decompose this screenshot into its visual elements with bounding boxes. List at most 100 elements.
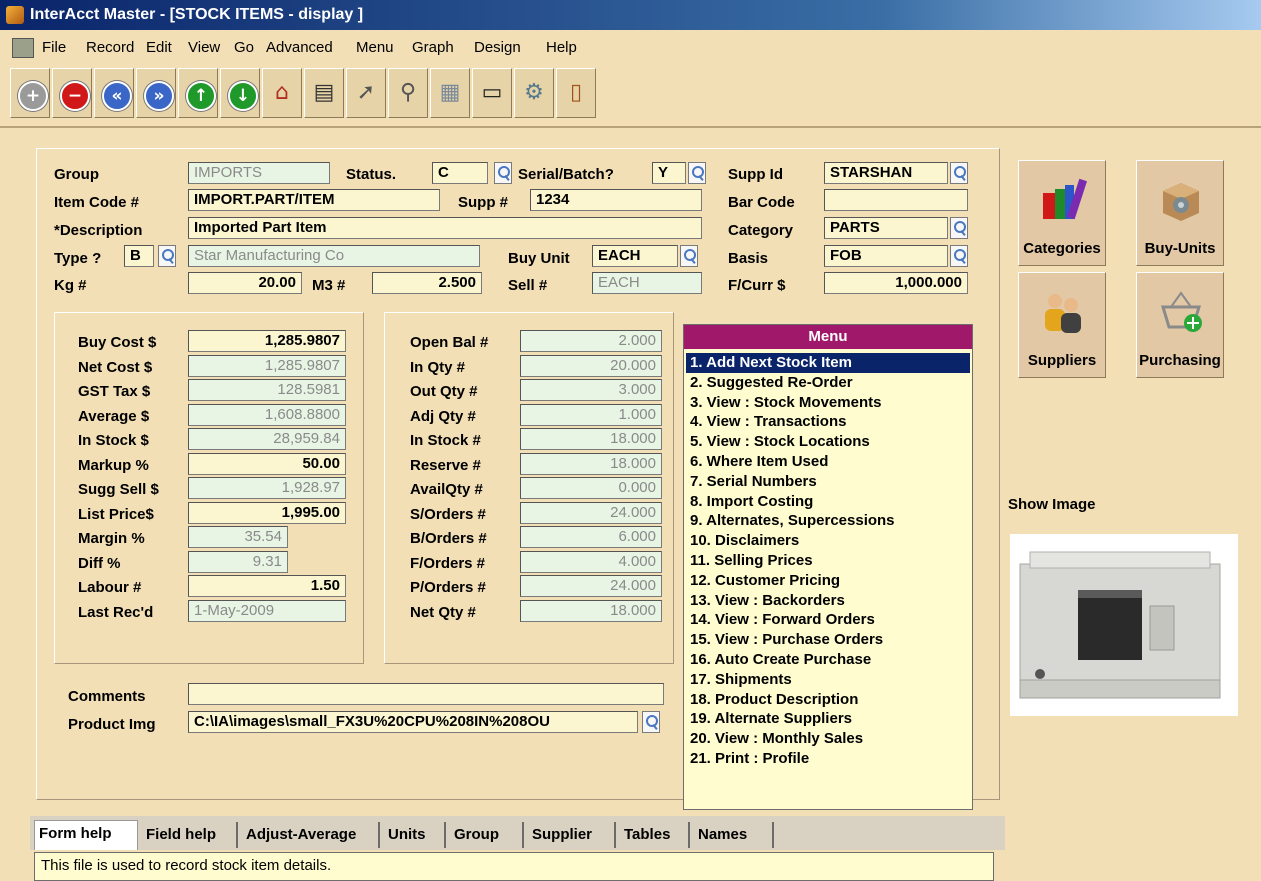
show-image-label: Show Image bbox=[1008, 496, 1096, 513]
quantity-field: 0.000 bbox=[520, 477, 662, 499]
menu-item[interactable]: 20. View : Monthly Sales bbox=[686, 729, 970, 749]
menu-item[interactable]: 8. Import Costing bbox=[686, 492, 970, 512]
menu-item[interactable]: 9. Alternates, Supercessions bbox=[686, 511, 970, 531]
cost-label: List Price$ bbox=[78, 505, 154, 523]
toolbar-exit-button[interactable]: ▯ bbox=[556, 68, 596, 118]
basis-lookup-icon[interactable] bbox=[950, 245, 968, 267]
menu-item[interactable]: 18. Product Description bbox=[686, 690, 970, 710]
tab-units[interactable]: Units bbox=[384, 822, 446, 848]
menu-item[interactable]: 6. Where Item Used bbox=[686, 452, 970, 472]
toolbar-calendar-button[interactable]: ▦ bbox=[430, 68, 470, 118]
group-field[interactable]: IMPORTS bbox=[188, 162, 330, 184]
menu-menu[interactable]: Menu bbox=[356, 39, 394, 56]
toolbar-last-button[interactable]: » bbox=[136, 68, 176, 118]
document-icon[interactable] bbox=[12, 38, 34, 58]
menu-item[interactable]: 4. View : Transactions bbox=[686, 412, 970, 432]
product-img-lookup-icon[interactable] bbox=[642, 711, 660, 733]
tab-names[interactable]: Names bbox=[694, 822, 774, 848]
menu-graph[interactable]: Graph bbox=[412, 39, 454, 56]
suppid-label: Supp Id bbox=[728, 166, 783, 183]
toolbar-up-button[interactable]: ↑ bbox=[178, 68, 218, 118]
description-field[interactable]: Imported Part Item bbox=[188, 217, 702, 239]
menu-advanced[interactable]: Advanced bbox=[266, 39, 333, 56]
menu-item[interactable]: 19. Alternate Suppliers bbox=[686, 709, 970, 729]
menu-item[interactable]: 10. Disclaimers bbox=[686, 531, 970, 551]
suppnum-field[interactable]: 1234 bbox=[530, 189, 702, 211]
tab-adjust-average[interactable]: Adjust-Average bbox=[242, 822, 380, 848]
fcurr-field[interactable]: 1,000.000 bbox=[824, 272, 968, 294]
categories-button[interactable]: Categories bbox=[1018, 160, 1106, 266]
tab-tables[interactable]: Tables bbox=[620, 822, 690, 848]
comments-field[interactable] bbox=[188, 683, 664, 705]
buyunit-lookup-icon[interactable] bbox=[680, 245, 698, 267]
kg-field[interactable]: 20.00 bbox=[188, 272, 302, 294]
menu-item[interactable]: 11. Selling Prices bbox=[686, 551, 970, 571]
type-lookup-icon[interactable] bbox=[158, 245, 176, 267]
menu-item[interactable]: 16. Auto Create Purchase bbox=[686, 650, 970, 670]
barcode-field[interactable] bbox=[824, 189, 968, 211]
menu-file[interactable]: File bbox=[42, 39, 66, 56]
cost-field[interactable]: 1,285.9807 bbox=[188, 330, 346, 352]
cost-field[interactable]: 1,995.00 bbox=[188, 501, 346, 524]
suppliers-button[interactable]: Suppliers bbox=[1018, 272, 1106, 378]
menu-item[interactable]: 7. Serial Numbers bbox=[686, 472, 970, 492]
status-field[interactable]: C bbox=[432, 162, 488, 184]
toolbar-print-button[interactable]: ▤ bbox=[304, 68, 344, 118]
menu-item[interactable]: 2. Suggested Re-Order bbox=[686, 373, 970, 393]
serial-lookup-icon[interactable] bbox=[688, 162, 706, 184]
tab-bar: Form help Field help Adjust-Average Units Gr… bbox=[30, 816, 1005, 850]
toolbar-document-button[interactable]: ➚ bbox=[346, 68, 386, 118]
menu-item[interactable]: 3. View : Stock Movements bbox=[686, 393, 970, 413]
quantity-label: Out Qty # bbox=[410, 383, 478, 400]
cost-field[interactable]: 1.50 bbox=[188, 575, 346, 597]
buyunit-field[interactable]: EACH bbox=[592, 245, 678, 267]
menu-go[interactable]: Go bbox=[234, 39, 254, 56]
toolbar-home-button[interactable]: ⌂ bbox=[262, 68, 302, 118]
menu-help[interactable]: Help bbox=[546, 39, 577, 56]
m3-field[interactable]: 2.500 bbox=[372, 272, 482, 294]
cost-field[interactable]: 50.00 bbox=[188, 452, 346, 475]
type-field[interactable]: B bbox=[124, 245, 154, 267]
menu-record[interactable]: Record bbox=[86, 39, 134, 56]
tab-field-help[interactable]: Field help bbox=[142, 822, 238, 848]
suppid-field[interactable]: STARSHAN bbox=[824, 162, 948, 184]
menu-item[interactable]: 1. Add Next Stock Item bbox=[686, 353, 970, 373]
menu-item[interactable]: 17. Shipments bbox=[686, 670, 970, 690]
toolbar-first-button[interactable]: « bbox=[94, 68, 134, 118]
menu-design[interactable]: Design bbox=[474, 39, 521, 56]
arrow-up-icon: ↑ bbox=[186, 81, 216, 111]
buy-units-button[interactable]: Buy-Units bbox=[1136, 160, 1224, 266]
basis-field[interactable]: FOB bbox=[824, 245, 948, 267]
menu-item[interactable]: 5. View : Stock Locations bbox=[686, 432, 970, 452]
menu-view[interactable]: View bbox=[188, 39, 220, 56]
category-field[interactable]: PARTS bbox=[824, 217, 948, 239]
menu-item[interactable]: 12. Customer Pricing bbox=[686, 571, 970, 591]
tab-form-help[interactable]: Form help bbox=[34, 820, 138, 850]
toolbar-monitor-button[interactable]: ▭ bbox=[472, 68, 512, 118]
toolbar-delete-button[interactable]: − bbox=[52, 68, 92, 118]
quantity-field: 24.000 bbox=[520, 501, 662, 524]
toolbar: + − « » ↑ ↓ ⌂ ▤ ➚ ⚲ ▦ ▭ ⚙ ▯ bbox=[0, 64, 1261, 128]
menu-item[interactable]: 21. Print : Profile bbox=[686, 749, 970, 769]
magnifier-icon: ⚲ bbox=[399, 80, 417, 105]
status-lookup-icon[interactable] bbox=[494, 162, 512, 184]
basis-label: Basis bbox=[728, 250, 769, 267]
purchasing-button[interactable]: Purchasing bbox=[1136, 272, 1224, 378]
suppid-lookup-icon[interactable] bbox=[950, 162, 968, 184]
menu-item[interactable]: 14. View : Forward Orders bbox=[686, 610, 970, 630]
product-img-field[interactable]: C:\IA\images\small_FX3U%20CPU%208IN%208O… bbox=[188, 711, 638, 733]
toolbar-settings-button[interactable]: ⚙ bbox=[514, 68, 554, 118]
m3-label: M3 # bbox=[312, 277, 346, 294]
toolbar-search-button[interactable]: ⚲ bbox=[388, 68, 428, 118]
itemcode-field[interactable]: IMPORT.PART/ITEM bbox=[188, 189, 440, 211]
toolbar-down-button[interactable]: ↓ bbox=[220, 68, 260, 118]
serial-field[interactable]: Y bbox=[652, 162, 686, 184]
menu-item[interactable]: 15. View : Purchase Orders bbox=[686, 630, 970, 650]
tab-group[interactable]: Group bbox=[450, 822, 524, 848]
menu-edit[interactable]: Edit bbox=[146, 39, 172, 56]
menu-item[interactable]: 13. View : Backorders bbox=[686, 591, 970, 611]
toolbar-add-button[interactable]: + bbox=[10, 68, 50, 118]
tab-supplier[interactable]: Supplier bbox=[528, 822, 616, 848]
category-lookup-icon[interactable] bbox=[950, 217, 968, 239]
basket-add-icon bbox=[1160, 291, 1202, 332]
